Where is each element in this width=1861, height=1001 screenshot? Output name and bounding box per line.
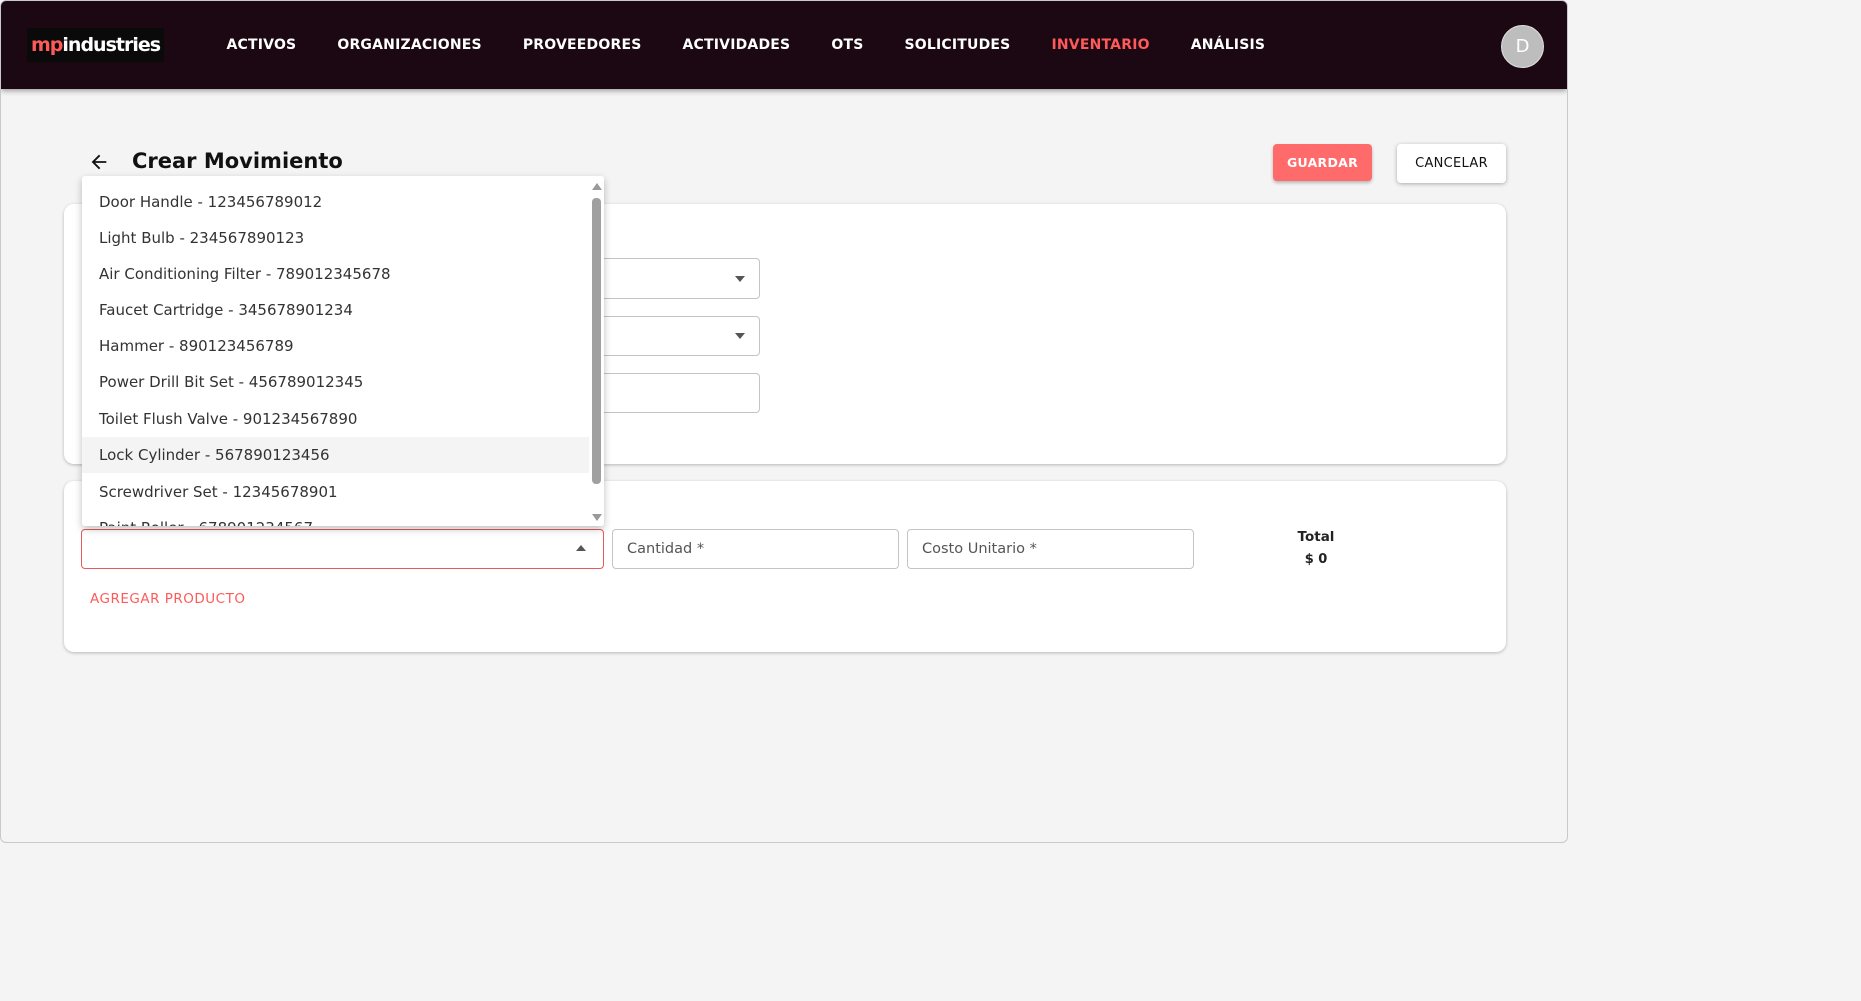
logo-mp: mp [31,34,63,56]
list-item[interactable]: Faucet Cartridge - 345678901234 [82,292,589,328]
caret-down-icon [735,333,745,339]
nav-item-inventario[interactable]: INVENTARIO [1051,37,1149,53]
list-item[interactable]: Toilet Flush Valve - 901234567890 [82,401,589,437]
list-item[interactable]: Paint Roller - 678901234567 [82,510,589,526]
logo-industries: industries [62,34,161,56]
main-nav: ACTIVOS ORGANIZACIONES PROVEEDORES ACTIV… [206,1,1286,89]
movement-select-2[interactable] [599,316,760,356]
movement-select-1[interactable] [599,258,760,299]
arrow-left-icon[interactable] [88,151,110,173]
total-label: Total [1297,529,1335,545]
nav-item-organizaciones[interactable]: ORGANIZACIONES [337,37,481,53]
brand-logo[interactable]: mp industries [27,28,165,62]
list-item[interactable]: Hammer - 890123456789 [82,328,589,364]
list-item-hovered[interactable]: Lock Cylinder - 567890123456 [82,437,589,473]
list-item[interactable]: Door Handle - 123456789012 [82,184,589,220]
user-avatar[interactable]: D [1501,25,1544,68]
total-value: $ 0 [1304,552,1328,567]
list-item[interactable]: Power Drill Bit Set - 456789012345 [82,364,589,400]
top-nav-bar: mp industries ACTIVOS ORGANIZACIONES PROV… [1,1,1567,89]
quantity-input[interactable] [612,529,899,569]
add-product-button[interactable]: AGREGAR PRODUCTO [90,591,245,607]
caret-up-icon[interactable] [576,545,586,551]
list-item[interactable]: Light Bulb - 234567890123 [82,220,589,256]
nav-item-activos[interactable]: ACTIVOS [227,37,297,53]
app-window: mp industries ACTIVOS ORGANIZACIONES PROV… [0,0,1568,843]
list-item[interactable]: Air Conditioning Filter - 789012345678 [82,256,589,292]
nav-item-proveedores[interactable]: PROVEEDORES [523,37,642,53]
cancel-button[interactable]: CANCELAR [1397,144,1506,183]
page-title: Crear Movimiento [132,149,343,173]
list-item[interactable]: Screwdriver Set - 12345678901 [82,474,589,510]
scroll-down-arrow-icon[interactable] [592,514,602,521]
product-dropdown-list[interactable]: Door Handle - 123456789012 Light Bulb - … [82,176,604,526]
scrollbar-thumb[interactable] [592,198,601,484]
caret-down-icon [735,275,745,282]
unit-cost-input[interactable] [907,529,1194,569]
nav-item-actividades[interactable]: ACTIVIDADES [683,37,791,53]
nav-item-analisis[interactable]: ANÁLISIS [1191,37,1266,53]
scroll-up-arrow-icon[interactable] [592,183,602,190]
save-button[interactable]: GUARDAR [1273,144,1372,181]
nav-item-solicitudes[interactable]: SOLICITUDES [904,37,1010,53]
nav-item-ots[interactable]: OTS [831,37,863,53]
product-select[interactable] [81,529,604,569]
movement-text-field[interactable] [599,373,760,413]
